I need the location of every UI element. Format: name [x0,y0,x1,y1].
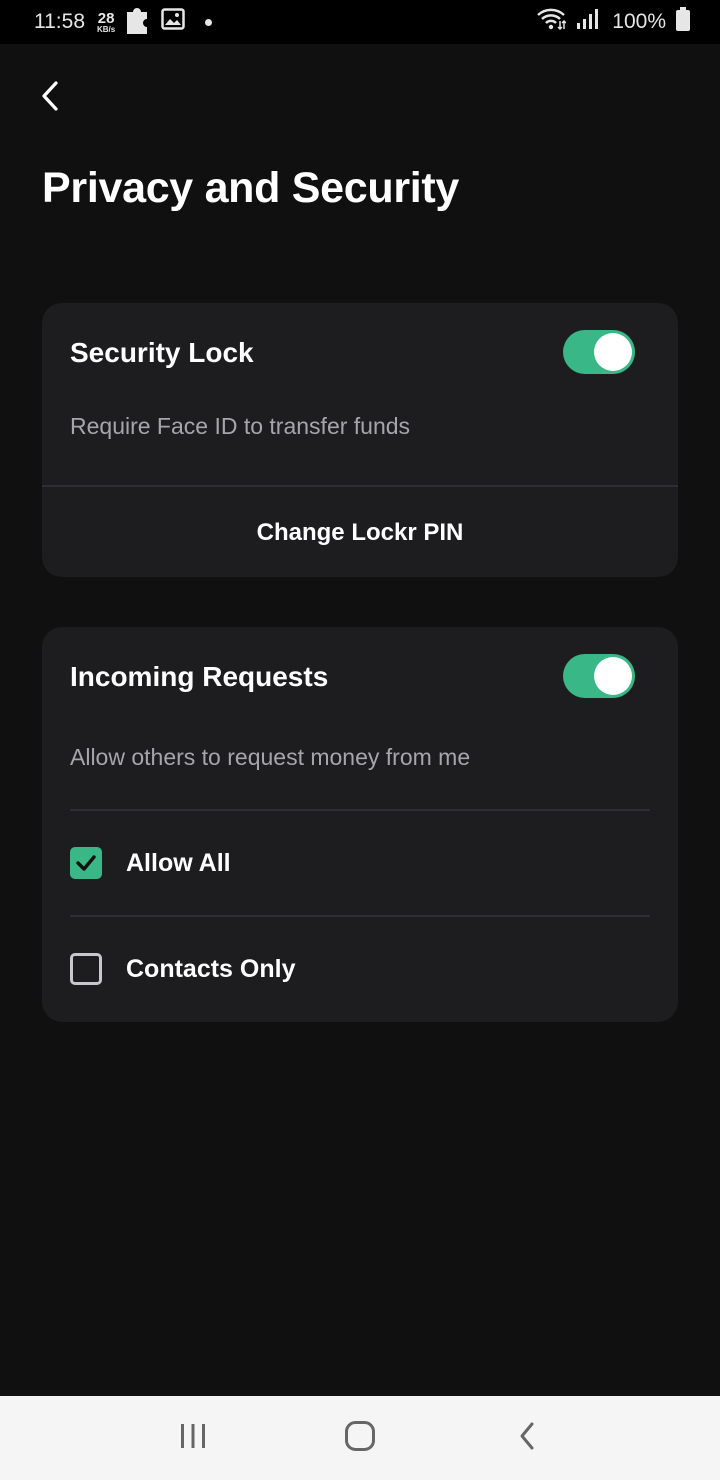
status-time: 11:58 [34,10,85,33]
incoming-requests-description: Allow others to request money from me [70,744,471,770]
contacts-only-option[interactable]: Contacts Only [70,917,650,1021]
allow-all-label: Allow All [126,848,231,877]
network-speed: 28 KB/s [97,11,115,34]
back-icon [517,1421,537,1456]
incoming-requests-toggle[interactable] [563,654,635,698]
contacts-only-label: Contacts Only [126,954,296,983]
security-lock-title: Security Lock [70,337,254,368]
recent-apps-button[interactable] [163,1408,223,1468]
notification-dot [205,18,213,26]
home-icon [344,1420,376,1457]
contacts-only-checkbox[interactable] [70,953,102,985]
status-left: 11:58 28 KB/s [34,4,213,40]
page-title: Privacy and Security [42,164,460,212]
battery-icon [676,7,690,37]
security-lock-description: Require Face ID to transfer funds [70,413,411,439]
system-nav-bar [0,1396,720,1480]
network-speed-value: 28 [97,9,115,27]
status-right: 100% [536,7,690,37]
checkmark-icon [76,855,96,871]
nav-back-button[interactable] [497,1408,557,1468]
signal-icon [576,8,599,36]
toggle-knob [594,657,632,695]
toggle-knob [594,333,632,371]
wifi-icon [536,7,567,37]
home-button[interactable] [330,1408,390,1468]
status-bar: 11:58 28 KB/s 100% [0,0,720,44]
image-icon [161,8,185,36]
card-divider [42,485,678,487]
security-lock-card: Security Lock Require Face ID to transfe… [42,303,678,577]
battery-percentage: 100% [612,10,666,33]
back-button[interactable] [28,76,72,120]
incoming-requests-title: Incoming Requests [70,661,329,692]
recent-apps-icon [179,1423,207,1454]
change-pin-button[interactable]: Change Lockr PIN [42,488,678,577]
allow-all-option[interactable]: Allow All [70,811,650,915]
puzzle-icon [125,4,151,40]
network-speed-unit: KB/s [97,24,116,34]
allow-all-checkbox[interactable] [70,847,102,879]
chevron-left-icon [40,80,60,117]
incoming-requests-card: Incoming Requests Allow others to reques… [42,627,678,1022]
security-lock-toggle[interactable] [563,330,635,374]
